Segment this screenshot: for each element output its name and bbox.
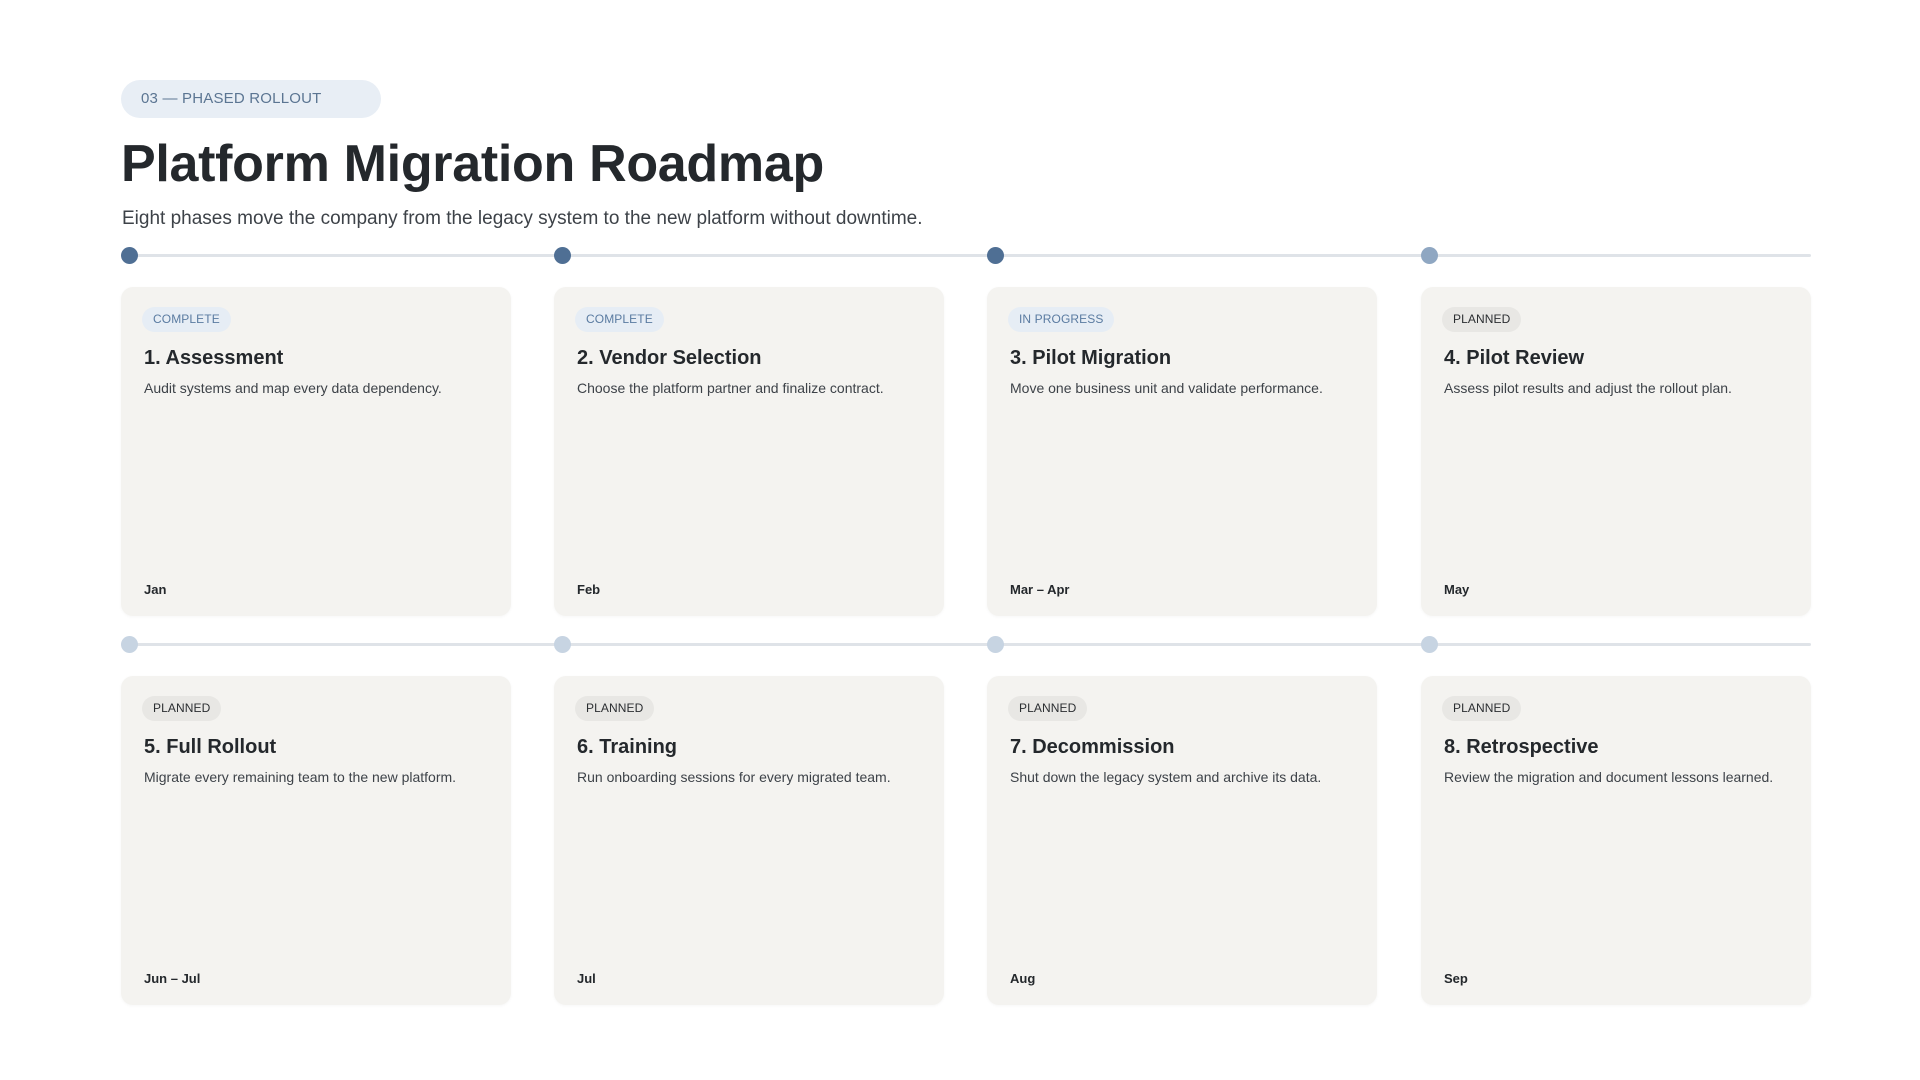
- phase-card-5[interactable]: PLANNED 5. Full Rollout Migrate every re…: [121, 676, 511, 1005]
- phase-card-2[interactable]: COMPLETE 2. Vendor Selection Choose the …: [554, 287, 944, 616]
- timeline-track: [121, 254, 1811, 257]
- milestone-dot-4: [1421, 247, 1438, 264]
- status-badge: COMPLETE: [575, 307, 664, 332]
- timeline-track: [121, 643, 1811, 646]
- phase-date: Jan: [144, 582, 167, 597]
- phase-card-6[interactable]: PLANNED 6. Training Run onboarding sessi…: [554, 676, 944, 1005]
- status-badge: PLANNED: [142, 696, 222, 721]
- phase-description: Shut down the legacy system and archive …: [1010, 769, 1322, 785]
- phase-description: Move one business unit and validate perf…: [1010, 380, 1323, 396]
- phase-description: Assess pilot results and adjust the roll…: [1444, 380, 1732, 396]
- phase-card-8[interactable]: PLANNED 8. Retrospective Review the migr…: [1421, 676, 1811, 1005]
- milestone-dot-6: [554, 636, 571, 653]
- milestone-dot-5: [121, 636, 138, 653]
- phase-title: 5. Full Rollout: [144, 736, 277, 758]
- phase-card-1[interactable]: COMPLETE 1. Assessment Audit systems and…: [121, 287, 511, 616]
- phase-description: Review the migration and document lesson…: [1444, 769, 1774, 785]
- phase-date: Aug: [1010, 971, 1036, 986]
- section-eyebrow-pill: 03 — PHASED ROLLOUT: [121, 80, 381, 118]
- phase-date: Mar – Apr: [1010, 582, 1070, 597]
- phase-title: 1. Assessment: [144, 347, 284, 369]
- milestone-dot-3: [987, 247, 1004, 264]
- phase-description: Audit systems and map every data depende…: [144, 380, 442, 396]
- phase-card-7[interactable]: PLANNED 7. Decommission Shut down the le…: [987, 676, 1377, 1005]
- phase-card-4[interactable]: PLANNED 4. Pilot Review Assess pilot res…: [1421, 287, 1811, 616]
- status-badge: PLANNED: [575, 696, 655, 721]
- phase-title: 6. Training: [577, 736, 678, 758]
- phase-description: Migrate every remaining team to the new …: [144, 769, 457, 785]
- status-badge: PLANNED: [1008, 696, 1088, 721]
- phase-title: 2. Vendor Selection: [577, 347, 762, 369]
- phase-date: May: [1444, 582, 1470, 597]
- milestone-dot-8: [1421, 636, 1438, 653]
- status-badge: PLANNED: [1442, 696, 1522, 721]
- phase-title: 4. Pilot Review: [1444, 347, 1585, 369]
- phase-date: Jul: [577, 971, 596, 986]
- phase-title: 3. Pilot Migration: [1010, 347, 1172, 369]
- milestone-dot-7: [987, 636, 1004, 653]
- phase-card-3[interactable]: IN PROGRESS 3. Pilot Migration Move one …: [987, 287, 1377, 616]
- status-badge: COMPLETE: [142, 307, 231, 332]
- page-title: Platform Migration Roadmap: [121, 135, 824, 193]
- status-badge: PLANNED: [1442, 307, 1522, 332]
- page-subtitle: Eight phases move the company from the l…: [122, 208, 923, 229]
- phase-description: Run onboarding sessions for every migrat…: [577, 769, 891, 785]
- phase-date: Sep: [1444, 971, 1468, 986]
- phase-date: Jun – Jul: [144, 971, 201, 986]
- phase-description: Choose the platform partner and finalize…: [577, 380, 884, 396]
- milestone-dot-2: [554, 247, 571, 264]
- milestone-dot-1: [121, 247, 138, 264]
- phase-title: 8. Retrospective: [1444, 736, 1599, 758]
- phase-date: Feb: [577, 582, 601, 597]
- status-badge: IN PROGRESS: [1008, 307, 1115, 332]
- phase-title: 7. Decommission: [1010, 736, 1175, 758]
